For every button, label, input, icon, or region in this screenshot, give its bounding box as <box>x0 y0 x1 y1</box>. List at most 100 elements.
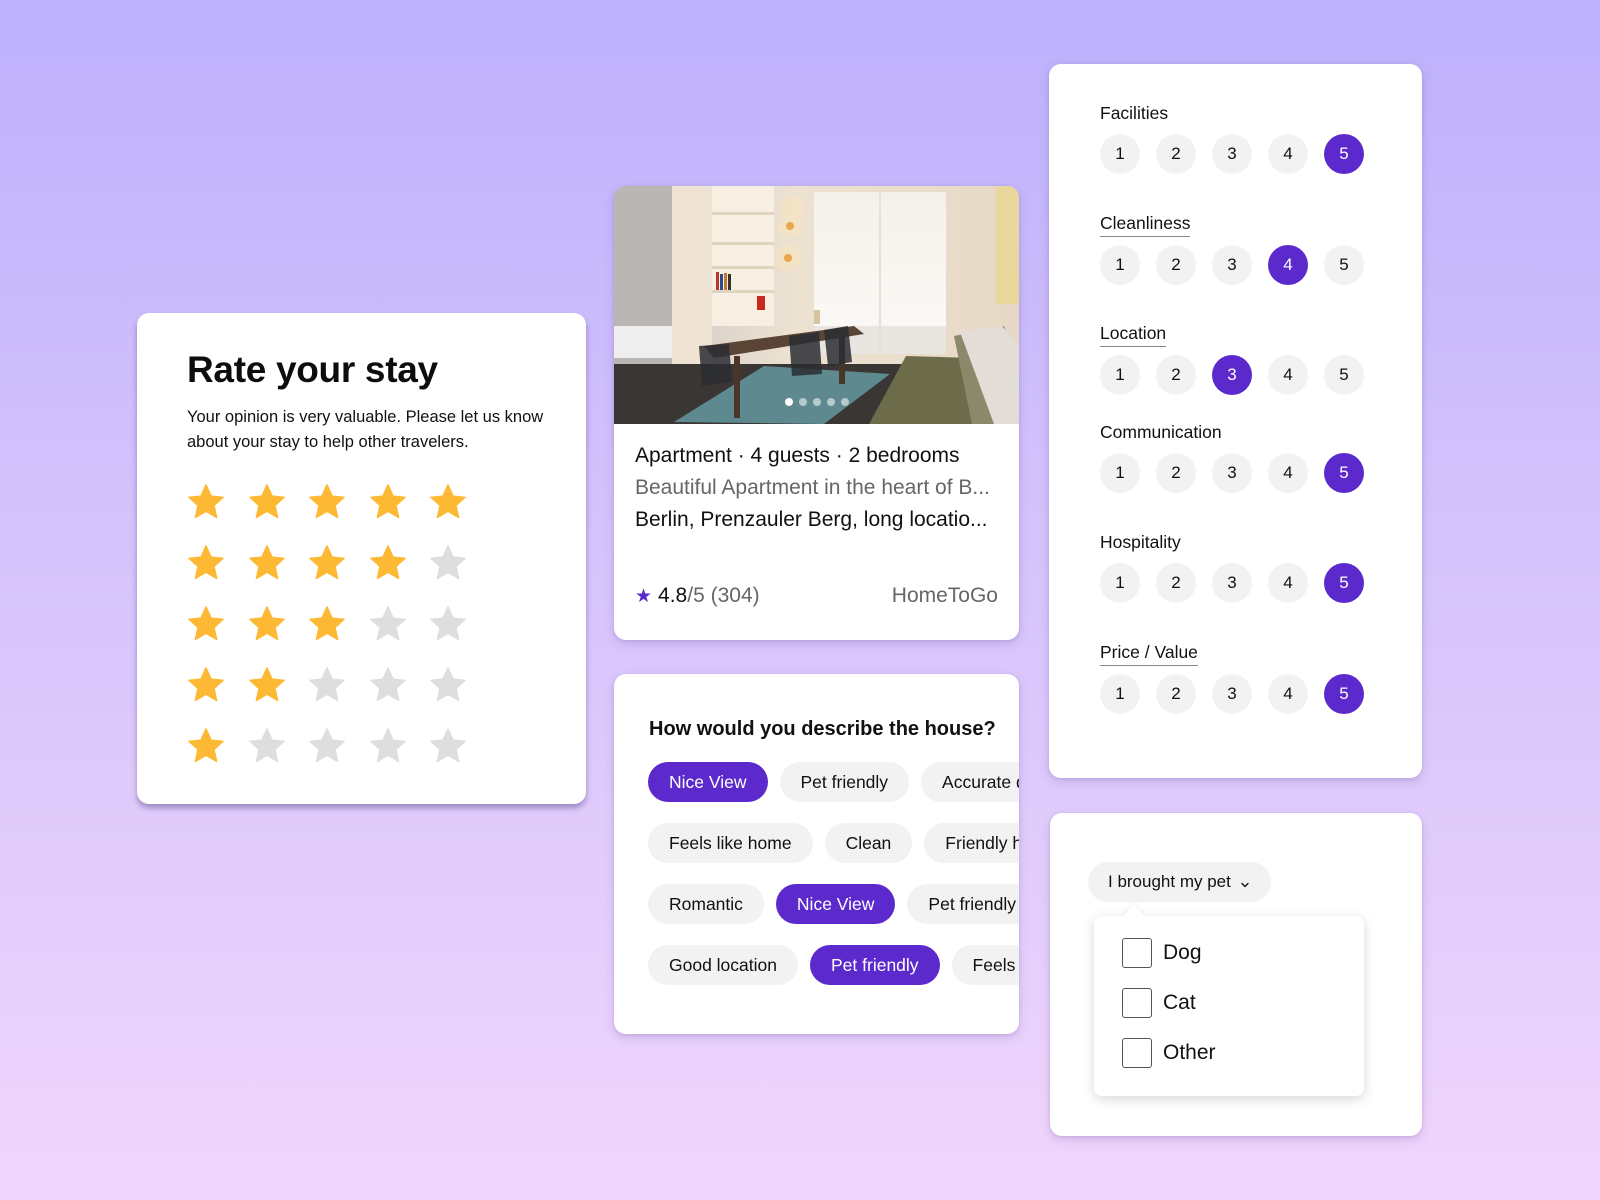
chevron-down-icon <box>1239 876 1251 888</box>
star-rating-row[interactable] <box>185 471 488 532</box>
score-button[interactable]: 4 <box>1268 453 1308 493</box>
score-button[interactable]: 2 <box>1156 453 1196 493</box>
score-button[interactable]: 5 <box>1324 453 1364 493</box>
star-filled-icon[interactable] <box>185 664 227 706</box>
score-button[interactable]: 3 <box>1212 355 1252 395</box>
star-rating-row[interactable] <box>185 532 488 593</box>
tag-chip[interactable]: Feels like home <box>951 945 1019 985</box>
star-empty-icon[interactable] <box>367 664 409 706</box>
star-filled-icon[interactable] <box>427 481 469 523</box>
score-button[interactable]: 3 <box>1212 245 1252 285</box>
score-button[interactable]: 4 <box>1268 134 1308 174</box>
listing-card[interactable]: Apartment · 4 guests · 2 bedrooms Beauti… <box>614 186 1019 640</box>
checkbox[interactable] <box>1122 1038 1152 1068</box>
category-price-value: Price / Value 1 2 3 4 5 <box>1100 641 1364 714</box>
star-filled-icon[interactable] <box>246 542 288 584</box>
carousel-dot[interactable] <box>826 398 835 406</box>
pet-dropdown-label: I brought my pet <box>1108 872 1231 891</box>
score-button[interactable]: 4 <box>1268 674 1308 714</box>
tag-chip[interactable]: Friendly host <box>924 823 1019 863</box>
score-button[interactable]: 3 <box>1212 453 1252 493</box>
tag-chip[interactable]: Clean <box>824 823 913 863</box>
carousel-dot[interactable] <box>840 398 849 406</box>
score-button[interactable]: 2 <box>1156 674 1196 714</box>
score-button[interactable]: 4 <box>1268 563 1308 603</box>
score-button[interactable]: 5 <box>1324 563 1364 603</box>
pet-card: I brought my pet Dog Cat Other <box>1050 813 1422 1136</box>
tag-chip[interactable]: Nice View <box>775 884 896 924</box>
star-filled-icon[interactable] <box>367 542 409 584</box>
category-label[interactable]: Cleanliness <box>1100 212 1191 237</box>
star-filled-icon[interactable] <box>246 481 288 523</box>
star-empty-icon[interactable] <box>427 664 469 706</box>
star-filled-icon[interactable] <box>185 542 227 584</box>
rate-your-stay-card: Rate your stay Your opinion is very valu… <box>137 313 586 804</box>
star-empty-icon[interactable] <box>367 725 409 767</box>
pet-dropdown[interactable]: I brought my pet <box>1088 862 1271 902</box>
star-rating-row[interactable] <box>185 593 488 654</box>
score-button[interactable]: 5 <box>1324 674 1364 714</box>
tag-chip[interactable]: Accurate description <box>921 762 1019 802</box>
star-filled-icon[interactable] <box>246 664 288 706</box>
score-selector: 12345 <box>1100 674 1364 714</box>
category-hospitality: Hospitality 1 2 3 4 5 <box>1100 531 1364 603</box>
star-filled-icon[interactable] <box>185 603 227 645</box>
star-empty-icon[interactable] <box>306 664 348 706</box>
category-label: Facilities <box>1100 103 1169 123</box>
score-button[interactable]: 1 <box>1100 355 1140 395</box>
score-button[interactable]: 2 <box>1156 134 1196 174</box>
tag-chip[interactable]: Romantic <box>648 884 764 924</box>
star-empty-icon[interactable] <box>246 725 288 767</box>
score-button[interactable]: 5 <box>1324 134 1364 174</box>
listing-photo[interactable] <box>614 186 1019 424</box>
carousel-dot[interactable] <box>784 398 793 406</box>
checkbox[interactable] <box>1122 938 1152 968</box>
category-label[interactable]: Location <box>1100 322 1167 347</box>
score-button[interactable]: 5 <box>1324 355 1364 395</box>
star-rating-row[interactable] <box>185 654 488 715</box>
star-filled-icon[interactable] <box>185 725 227 767</box>
tag-chip[interactable]: Nice View <box>648 762 768 802</box>
pet-dropdown-menu: Dog Cat Other <box>1094 916 1364 1096</box>
score-button[interactable]: 1 <box>1100 134 1140 174</box>
star-empty-icon[interactable] <box>427 603 469 645</box>
score-button[interactable]: 3 <box>1212 134 1252 174</box>
star-empty-icon[interactable] <box>306 725 348 767</box>
tag-chip[interactable]: Feels like home <box>648 823 813 863</box>
category-label[interactable]: Price / Value <box>1100 641 1198 666</box>
star-filled-icon[interactable] <box>306 603 348 645</box>
checkbox[interactable] <box>1122 988 1152 1018</box>
star-filled-icon[interactable] <box>246 603 288 645</box>
score-button[interactable]: 1 <box>1100 563 1140 603</box>
score-button[interactable]: 2 <box>1156 355 1196 395</box>
score-button[interactable]: 3 <box>1212 563 1252 603</box>
star-rating-rows <box>185 471 488 776</box>
star-empty-icon[interactable] <box>367 603 409 645</box>
star-filled-icon[interactable] <box>306 481 348 523</box>
star-filled-icon[interactable] <box>185 481 227 523</box>
pet-option-dog[interactable]: Dog <box>1122 938 1202 968</box>
pet-option-cat[interactable]: Cat <box>1122 988 1196 1018</box>
tag-chip[interactable]: Pet friendly <box>810 945 940 985</box>
score-button[interactable]: 4 <box>1268 355 1308 395</box>
category-label: Hospitality <box>1100 532 1181 552</box>
carousel-dot[interactable] <box>812 398 821 406</box>
star-filled-icon[interactable] <box>306 542 348 584</box>
star-filled-icon[interactable] <box>367 481 409 523</box>
tag-chip[interactable]: Pet friendly <box>779 762 910 802</box>
pet-option-other[interactable]: Other <box>1122 1038 1216 1068</box>
score-button[interactable]: 1 <box>1100 674 1140 714</box>
score-button[interactable]: 5 <box>1324 245 1364 285</box>
tag-chip[interactable]: Pet friendly <box>907 884 1019 924</box>
star-empty-icon[interactable] <box>427 725 469 767</box>
score-button[interactable]: 2 <box>1156 563 1196 603</box>
score-button[interactable]: 1 <box>1100 245 1140 285</box>
score-button[interactable]: 4 <box>1268 245 1308 285</box>
star-empty-icon[interactable] <box>427 542 469 584</box>
star-rating-row[interactable] <box>185 715 488 776</box>
score-button[interactable]: 1 <box>1100 453 1140 493</box>
tag-chip[interactable]: Good location <box>648 945 798 985</box>
score-button[interactable]: 2 <box>1156 245 1196 285</box>
carousel-dot[interactable] <box>798 398 807 406</box>
score-button[interactable]: 3 <box>1212 674 1252 714</box>
